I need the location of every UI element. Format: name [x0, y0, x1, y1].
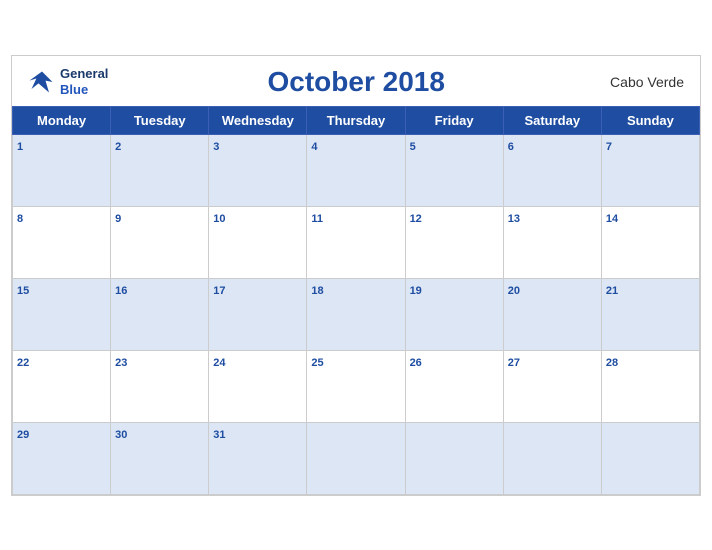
calendar-cell: 26 [405, 350, 503, 422]
calendar-cell: 30 [111, 422, 209, 494]
calendar-cell: 2 [111, 134, 209, 206]
day-number: 12 [410, 213, 422, 225]
calendar-cell: 3 [209, 134, 307, 206]
day-number: 1 [17, 141, 23, 153]
day-number: 26 [410, 357, 422, 369]
weekday-header-sunday: Sunday [601, 106, 699, 134]
day-number: 15 [17, 285, 29, 297]
calendar-cell: 7 [601, 134, 699, 206]
calendar-cell: 8 [13, 206, 111, 278]
day-number: 2 [115, 141, 121, 153]
logo-bird-icon [28, 68, 56, 96]
day-number: 11 [311, 213, 323, 225]
calendar-cell: 24 [209, 350, 307, 422]
calendar-cell: 11 [307, 206, 405, 278]
calendar-cell: 19 [405, 278, 503, 350]
week-row-3: 15 16 17 18 19 20 21 [13, 278, 700, 350]
day-number: 17 [213, 285, 225, 297]
weekday-header-monday: Monday [13, 106, 111, 134]
calendar-header: General Blue October 2018 Cabo Verde [12, 56, 700, 106]
day-number: 31 [213, 429, 225, 441]
day-number: 25 [311, 357, 323, 369]
day-number: 5 [410, 141, 416, 153]
calendar-cell [405, 422, 503, 494]
calendar-cell: 31 [209, 422, 307, 494]
calendar-cell: 15 [13, 278, 111, 350]
calendar-cell: 6 [503, 134, 601, 206]
day-number: 22 [17, 357, 29, 369]
day-number: 10 [213, 213, 225, 225]
day-number: 3 [213, 141, 219, 153]
calendar-grid: MondayTuesdayWednesdayThursdayFridaySatu… [12, 106, 700, 495]
week-row-4: 22 23 24 25 26 27 28 [13, 350, 700, 422]
day-number: 8 [17, 213, 23, 225]
day-number: 29 [17, 429, 29, 441]
calendar-cell: 21 [601, 278, 699, 350]
calendar-cell: 16 [111, 278, 209, 350]
day-number: 14 [606, 213, 618, 225]
calendar-cell: 10 [209, 206, 307, 278]
calendar-cell: 9 [111, 206, 209, 278]
calendar-cell [601, 422, 699, 494]
weekday-header-saturday: Saturday [503, 106, 601, 134]
calendar-cell: 13 [503, 206, 601, 278]
day-number: 16 [115, 285, 127, 297]
calendar-cell [503, 422, 601, 494]
calendar-cell: 29 [13, 422, 111, 494]
calendar-title: October 2018 [108, 66, 604, 98]
calendar-cell: 1 [13, 134, 111, 206]
week-row-2: 8 9 10 11 12 13 14 [13, 206, 700, 278]
calendar-cell: 25 [307, 350, 405, 422]
logo-area: General Blue [28, 66, 108, 97]
day-number: 6 [508, 141, 514, 153]
logo-text: General Blue [60, 66, 108, 97]
calendar-cell: 20 [503, 278, 601, 350]
day-number: 19 [410, 285, 422, 297]
logo-blue: Blue [60, 82, 108, 98]
day-number: 7 [606, 141, 612, 153]
day-number: 20 [508, 285, 520, 297]
weekday-header-row: MondayTuesdayWednesdayThursdayFridaySatu… [13, 106, 700, 134]
calendar-cell [307, 422, 405, 494]
calendar-cell: 12 [405, 206, 503, 278]
calendar-cell: 5 [405, 134, 503, 206]
calendar-cell: 17 [209, 278, 307, 350]
weekday-header-friday: Friday [405, 106, 503, 134]
day-number: 30 [115, 429, 127, 441]
calendar-cell: 23 [111, 350, 209, 422]
day-number: 28 [606, 357, 618, 369]
day-number: 24 [213, 357, 225, 369]
day-number: 21 [606, 285, 618, 297]
calendar-cell: 14 [601, 206, 699, 278]
day-number: 18 [311, 285, 323, 297]
day-number: 23 [115, 357, 127, 369]
calendar-cell: 18 [307, 278, 405, 350]
calendar-cell: 27 [503, 350, 601, 422]
calendar-cell: 22 [13, 350, 111, 422]
weekday-header-tuesday: Tuesday [111, 106, 209, 134]
calendar-cell: 28 [601, 350, 699, 422]
calendar-cell: 4 [307, 134, 405, 206]
day-number: 4 [311, 141, 317, 153]
weekday-header-wednesday: Wednesday [209, 106, 307, 134]
week-row-5: 29 30 31 [13, 422, 700, 494]
day-number: 13 [508, 213, 520, 225]
week-row-1: 1 2 3 4 5 6 7 [13, 134, 700, 206]
day-number: 27 [508, 357, 520, 369]
country-label: Cabo Verde [604, 74, 684, 90]
weekday-header-thursday: Thursday [307, 106, 405, 134]
logo-general: General [60, 66, 108, 82]
calendar-container: General Blue October 2018 Cabo Verde Mon… [11, 55, 701, 496]
day-number: 9 [115, 213, 121, 225]
